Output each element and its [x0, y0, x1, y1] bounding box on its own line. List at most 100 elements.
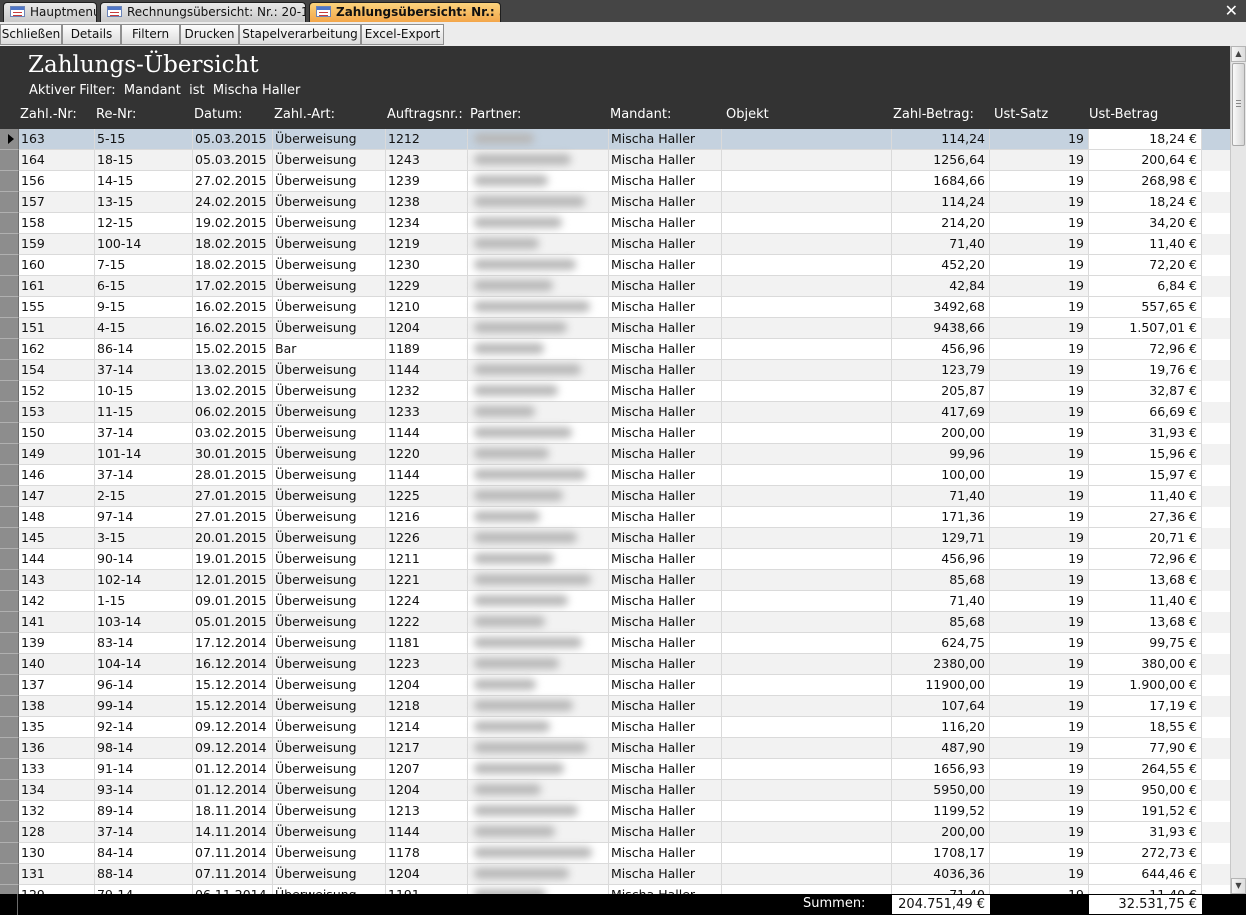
scrollbar-thumb[interactable]	[1232, 63, 1245, 146]
record-selector[interactable]	[0, 423, 19, 444]
record-selector[interactable]	[0, 339, 19, 360]
vertical-scrollbar[interactable]: ▲ ▼	[1230, 46, 1246, 894]
record-selector[interactable]	[0, 129, 19, 150]
table-row[interactable]: 138 99-14 15.12.2014 Überweisung 1218 Mischa …	[0, 696, 1230, 717]
record-selector[interactable]	[0, 381, 19, 402]
record-selector[interactable]	[0, 759, 19, 780]
table-row[interactable]: 156 14-15 27.02.2015 Überweisung 1239 Mischa …	[0, 171, 1230, 192]
cell-zahl-nr: 154	[19, 360, 95, 381]
filtern-button[interactable]: Filtern	[121, 24, 180, 45]
column-header-auftragsnr[interactable]: Auftragsnr.:	[387, 107, 463, 122]
record-selector[interactable]	[0, 864, 19, 885]
table-row[interactable]: 146 37-14 28.01.2015 Überweisung 1144 Mischa …	[0, 465, 1230, 486]
record-selector[interactable]	[0, 213, 19, 234]
table-row[interactable]: 144 90-14 19.01.2015 Überweisung 1211 Mischa …	[0, 549, 1230, 570]
table-row[interactable]: 158 12-15 19.02.2015 Überweisung 1234 Mischa …	[0, 213, 1230, 234]
record-selector[interactable]	[0, 780, 19, 801]
record-selector[interactable]	[0, 192, 19, 213]
table-row[interactable]: 136 98-14 09.12.2014 Überweisung 1217 Mischa …	[0, 738, 1230, 759]
record-selector[interactable]	[0, 444, 19, 465]
column-header-zahl-nr[interactable]: Zahl.-Nr:	[20, 107, 77, 122]
stapelverarbeitung-button[interactable]: Stapelverarbeitung	[239, 24, 361, 45]
record-selector[interactable]	[0, 591, 19, 612]
tab-rechnungsuebersicht[interactable]: Rechnungsübersicht: Nr.: 20-15...	[100, 2, 306, 22]
table-row[interactable]: 137 96-14 15.12.2014 Überweisung 1204 Mischa …	[0, 675, 1230, 696]
record-selector[interactable]	[0, 612, 19, 633]
table-row[interactable]: 130 84-14 07.11.2014 Überweisung 1178 Mischa …	[0, 843, 1230, 864]
column-header-ust-betrag[interactable]: Ust-Betrag	[1089, 107, 1158, 122]
table-row[interactable]: 150 37-14 03.02.2015 Überweisung 1144 Mischa …	[0, 423, 1230, 444]
table-row[interactable]: 151 4-15 16.02.2015 Überweisung 1204 Mischa H…	[0, 318, 1230, 339]
record-selector[interactable]	[0, 402, 19, 423]
record-selector[interactable]	[0, 528, 19, 549]
table-row[interactable]: 135 92-14 09.12.2014 Überweisung 1214 Mischa …	[0, 717, 1230, 738]
column-header-re-nr[interactable]: Re-Nr:	[96, 107, 136, 122]
record-selector[interactable]	[0, 234, 19, 255]
table-row[interactable]: 164 18-15 05.03.2015 Überweisung 1243 Mischa …	[0, 150, 1230, 171]
record-selector[interactable]	[0, 633, 19, 654]
table-row[interactable]: 139 83-14 17.12.2014 Überweisung 1181 Mischa …	[0, 633, 1230, 654]
table-row[interactable]: 133 91-14 01.12.2014 Überweisung 1207 Mischa …	[0, 759, 1230, 780]
record-selector[interactable]	[0, 570, 19, 591]
column-header-zahl-art[interactable]: Zahl.-Art:	[274, 107, 335, 122]
scroll-up-arrow-icon[interactable]: ▲	[1231, 46, 1246, 62]
record-selector[interactable]	[0, 171, 19, 192]
table-row[interactable]: 128 37-14 14.11.2014 Überweisung 1144 Mischa …	[0, 822, 1230, 843]
record-selector[interactable]	[0, 549, 19, 570]
column-header-ust-satz[interactable]: Ust-Satz	[994, 107, 1048, 122]
record-selector[interactable]	[0, 696, 19, 717]
table-row[interactable]: 141 103-14 05.01.2015 Überweisung 1222 Mischa…	[0, 612, 1230, 633]
drucken-button[interactable]: Drucken	[180, 24, 239, 45]
table-row[interactable]: 149 101-14 30.01.2015 Überweisung 1220 Mischa…	[0, 444, 1230, 465]
column-header-datum[interactable]: Datum:	[194, 107, 242, 122]
table-row[interactable]: 145 3-15 20.01.2015 Überweisung 1226 Mischa H…	[0, 528, 1230, 549]
scroll-down-arrow-icon[interactable]: ▼	[1231, 878, 1246, 894]
table-row[interactable]: 131 88-14 07.11.2014 Überweisung 1204 Mischa …	[0, 864, 1230, 885]
table-row[interactable]: 140 104-14 16.12.2014 Überweisung 1223 Mischa…	[0, 654, 1230, 675]
table-row[interactable]: 162 86-14 15.02.2015 Bar 1189 Mischa Haller 45…	[0, 339, 1230, 360]
table-row[interactable]: 148 97-14 27.01.2015 Überweisung 1216 Mischa …	[0, 507, 1230, 528]
column-header-partner[interactable]: Partner:	[470, 107, 521, 122]
record-selector[interactable]	[0, 822, 19, 843]
tab-hauptmenu[interactable]: Hauptmenu	[3, 2, 97, 22]
table-row[interactable]: 134 93-14 01.12.2014 Überweisung 1204 Mischa …	[0, 780, 1230, 801]
tab-zahlungsuebersicht[interactable]: Zahlungsübersicht: Nr.: 5-15...	[309, 2, 501, 22]
record-selector[interactable]	[0, 843, 19, 864]
record-selector[interactable]	[0, 276, 19, 297]
excel-export-button[interactable]: Excel-Export	[361, 24, 444, 45]
table-row[interactable]: 159 100-14 18.02.2015 Überweisung 1219 Mischa…	[0, 234, 1230, 255]
record-selector[interactable]	[0, 738, 19, 759]
table-row[interactable]: 152 10-15 13.02.2015 Überweisung 1232 Mischa …	[0, 381, 1230, 402]
table-row[interactable]: 132 89-14 18.11.2014 Überweisung 1213 Mischa …	[0, 801, 1230, 822]
table-row[interactable]: 163 5-15 05.03.2015 Überweisung 1212 Mischa H…	[0, 129, 1230, 150]
record-selector[interactable]	[0, 255, 19, 276]
table-row[interactable]: 155 9-15 16.02.2015 Überweisung 1210 Mischa H…	[0, 297, 1230, 318]
table-row[interactable]: 160 7-15 18.02.2015 Überweisung 1230 Mischa H…	[0, 255, 1230, 276]
table-row[interactable]: 157 13-15 24.02.2015 Überweisung 1238 Mischa …	[0, 192, 1230, 213]
record-selector[interactable]	[0, 318, 19, 339]
table-row[interactable]: 143 102-14 12.01.2015 Überweisung 1221 Mischa…	[0, 570, 1230, 591]
column-header-mandant[interactable]: Mandant:	[610, 107, 671, 122]
schliessen-button[interactable]: Schließen	[0, 24, 62, 45]
details-button[interactable]: Details	[62, 24, 121, 45]
record-selector[interactable]	[0, 486, 19, 507]
table-row[interactable]: 161 6-15 17.02.2015 Überweisung 1229 Mischa H…	[0, 276, 1230, 297]
table-row[interactable]: 142 1-15 09.01.2015 Überweisung 1224 Mischa H…	[0, 591, 1230, 612]
record-selector[interactable]	[0, 150, 19, 171]
record-selector[interactable]	[0, 717, 19, 738]
column-header-objekt[interactable]: Objekt	[726, 107, 769, 122]
table-row[interactable]: 12979-1406.11.2014Überweisung1191 Mischa …	[0, 885, 1230, 894]
table-row[interactable]: 147 2-15 27.01.2015 Überweisung 1225 Mischa H…	[0, 486, 1230, 507]
record-selector[interactable]	[0, 801, 19, 822]
record-selector[interactable]	[0, 654, 19, 675]
column-header-zahl-betrag[interactable]: Zahl-Betrag:	[893, 107, 974, 122]
record-selector[interactable]	[0, 675, 19, 696]
record-selector[interactable]	[0, 885, 19, 894]
record-selector[interactable]	[0, 360, 19, 381]
record-selector[interactable]	[0, 465, 19, 486]
close-icon[interactable]: ✕	[1225, 2, 1238, 20]
table-row[interactable]: 153 11-15 06.02.2015 Überweisung 1233 Mischa …	[0, 402, 1230, 423]
record-selector[interactable]	[0, 507, 19, 528]
table-row[interactable]: 154 37-14 13.02.2015 Überweisung 1144 Mischa …	[0, 360, 1230, 381]
record-selector[interactable]	[0, 297, 19, 318]
